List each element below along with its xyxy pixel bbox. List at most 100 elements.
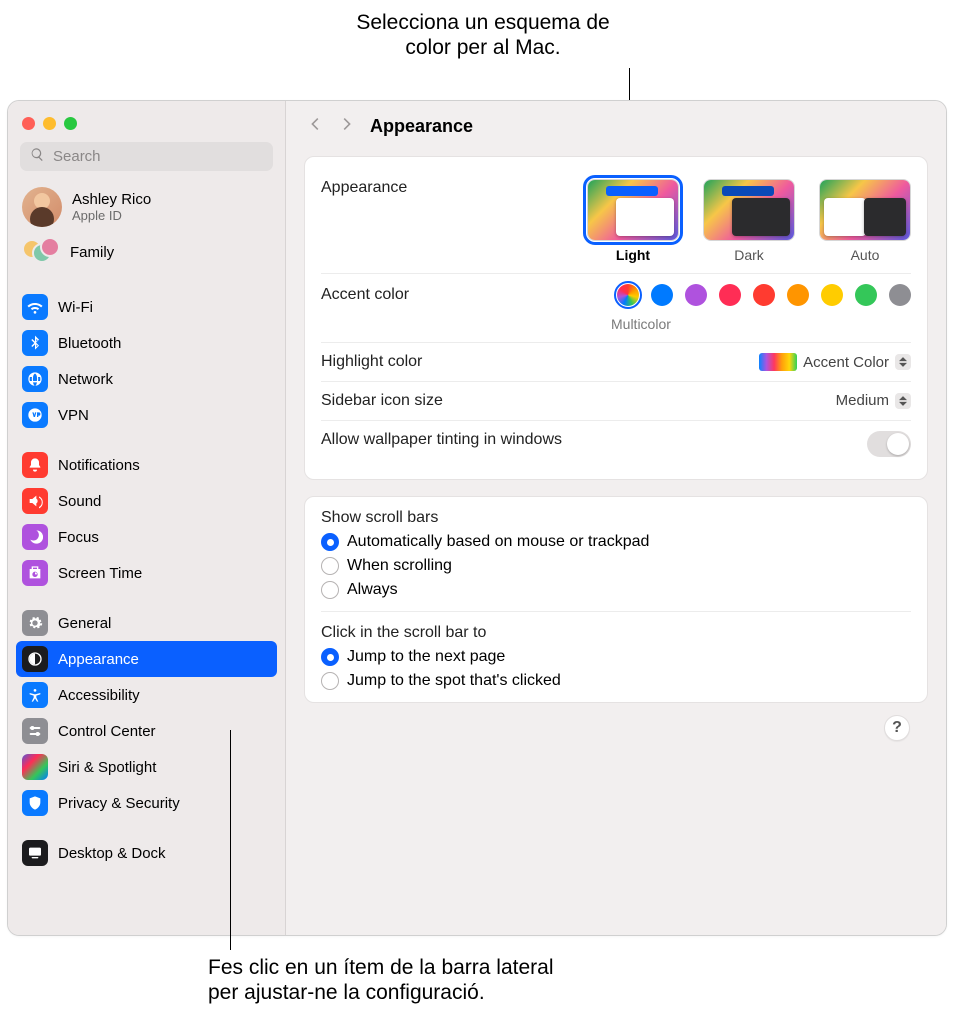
highlight-popup[interactable]: Accent Color — [759, 353, 911, 371]
scrollclick-opt1[interactable]: Jump to the next page — [321, 648, 911, 666]
account-name: Ashley Rico — [72, 191, 151, 208]
sidebar-item-appearance[interactable]: Appearance — [16, 641, 277, 677]
forward-button[interactable] — [338, 115, 356, 138]
scrollclick-section: Click in the scroll bar to Jump to the n… — [321, 611, 911, 690]
controlcenter-icon — [22, 718, 48, 744]
scrollclick-heading: Click in the scroll bar to — [321, 624, 911, 642]
radio-label: Always — [347, 581, 398, 599]
accent-graphite[interactable] — [889, 284, 911, 306]
apple-id-row[interactable]: Ashley Rico Apple ID — [8, 181, 285, 233]
sidebar-item-bluetooth[interactable]: Bluetooth — [8, 325, 285, 361]
sidebar-item-label: Bluetooth — [58, 335, 121, 352]
sidebar-item-label: Privacy & Security — [58, 795, 180, 812]
thumb-light — [587, 179, 679, 241]
help-button[interactable]: ? — [884, 715, 910, 741]
scrollbars-section: Show scroll bars Automatically based on … — [321, 509, 911, 599]
accent-purple[interactable] — [685, 284, 707, 306]
thumb-dark — [703, 179, 795, 241]
account-sub: Apple ID — [72, 208, 151, 223]
scrollbars-opt2[interactable]: When scrolling — [321, 557, 911, 575]
panel-appearance: Appearance Light — [304, 156, 928, 480]
sidebar-item-sound[interactable]: Sound — [8, 483, 285, 519]
highlight-swatch — [759, 353, 797, 371]
accent-pink[interactable] — [719, 284, 741, 306]
sidebar-item-label: Network — [58, 371, 113, 388]
sidebar-item-focus[interactable]: Focus — [8, 519, 285, 555]
siri-icon — [22, 754, 48, 780]
chevron-updown-icon — [895, 354, 911, 370]
sidebar-item-label: General — [58, 615, 111, 632]
sidebar-item-label: Siri & Spotlight — [58, 759, 156, 776]
fullscreen-button[interactable] — [64, 117, 77, 130]
scrollclick-opt2[interactable]: Jump to the spot that's clicked — [321, 672, 911, 690]
highlight-value: Accent Color — [803, 354, 889, 371]
radio-icon — [321, 581, 339, 599]
panels: Appearance Light — [286, 152, 946, 759]
sidebar-item-notifications[interactable]: Notifications — [8, 447, 285, 483]
sidebar-item-network[interactable]: Network — [8, 361, 285, 397]
sidebar-item-label: Wi-Fi — [58, 299, 93, 316]
accent-green[interactable] — [855, 284, 877, 306]
family-row[interactable]: Family — [8, 233, 285, 275]
sidebar-group-2: Notifications Sound Focus Screen Time — [8, 447, 285, 591]
screentime-icon — [22, 560, 48, 586]
sidebar-item-label: Notifications — [58, 457, 140, 474]
minimize-button[interactable] — [43, 117, 56, 130]
sidebar-item-vpn[interactable]: VPN — [8, 397, 285, 433]
sidebar-item-siri[interactable]: Siri & Spotlight — [8, 749, 285, 785]
accent-swatches — [617, 284, 911, 306]
privacy-icon — [22, 790, 48, 816]
wallpapertint-toggle[interactable] — [867, 431, 911, 457]
close-button[interactable] — [22, 117, 35, 130]
accent-orange[interactable] — [787, 284, 809, 306]
family-icon — [22, 239, 60, 265]
appearance-thumbs: Light Dark — [587, 179, 911, 263]
appearance-icon — [22, 646, 48, 672]
vpn-icon — [22, 402, 48, 428]
accent-blue[interactable] — [651, 284, 673, 306]
accent-red[interactable] — [753, 284, 775, 306]
appearance-dark[interactable]: Dark — [703, 179, 795, 263]
page-title: Appearance — [370, 116, 473, 137]
scrollbars-opt1[interactable]: Automatically based on mouse or trackpad — [321, 533, 911, 551]
sidebariconsize-popup[interactable]: Medium — [836, 392, 911, 409]
avatar — [22, 187, 62, 227]
scrollbars-opt3[interactable]: Always — [321, 581, 911, 599]
toolbar: Appearance — [286, 101, 946, 152]
radio-icon — [321, 557, 339, 575]
main-content: Appearance Appearance Light — [286, 101, 946, 935]
callout-bottom-line1: Fes clic en un ítem de la barra lateral — [208, 955, 554, 980]
desktop-icon — [22, 840, 48, 866]
callout-bottom: Fes clic en un ítem de la barra lateral … — [208, 955, 554, 1005]
system-settings-window: Search Ashley Rico Apple ID Family Wi-Fi — [7, 100, 947, 936]
accent-yellow[interactable] — [821, 284, 843, 306]
thumb-label: Dark — [734, 247, 764, 263]
sound-icon — [22, 488, 48, 514]
sidebar-item-general[interactable]: General — [8, 605, 285, 641]
radio-label: Jump to the spot that's clicked — [347, 672, 561, 690]
wifi-icon — [22, 294, 48, 320]
account-text: Ashley Rico Apple ID — [72, 191, 151, 223]
sidebar-item-wifi[interactable]: Wi-Fi — [8, 289, 285, 325]
radio-label: Automatically based on mouse or trackpad — [347, 533, 649, 551]
appearance-auto[interactable]: Auto — [819, 179, 911, 263]
search-input[interactable]: Search — [20, 142, 273, 171]
sidebar-item-desktop[interactable]: Desktop & Dock — [8, 835, 285, 871]
window-controls — [8, 107, 285, 138]
sidebariconsize-value: Medium — [836, 392, 889, 409]
accent-sublabel: Multicolor — [611, 316, 911, 332]
search-icon — [30, 147, 45, 166]
callout-bottom-line2: per ajustar-ne la configuració. — [208, 980, 554, 1005]
sidebar-item-privacy[interactable]: Privacy & Security — [8, 785, 285, 821]
sidebar-item-label: Appearance — [58, 651, 139, 668]
appearance-light[interactable]: Light — [587, 179, 679, 263]
sidebar-item-label: Screen Time — [58, 565, 142, 582]
sidebar-item-screentime[interactable]: Screen Time — [8, 555, 285, 591]
sidebar-item-controlcenter[interactable]: Control Center — [8, 713, 285, 749]
callout-top-text: Selecciona un esquema de color per al Ma… — [356, 11, 609, 59]
sidebar-item-accessibility[interactable]: Accessibility — [8, 677, 285, 713]
chevron-updown-icon — [895, 393, 911, 409]
accent-multicolor[interactable] — [617, 284, 639, 306]
back-button[interactable] — [306, 115, 324, 138]
search-placeholder: Search — [53, 148, 101, 165]
